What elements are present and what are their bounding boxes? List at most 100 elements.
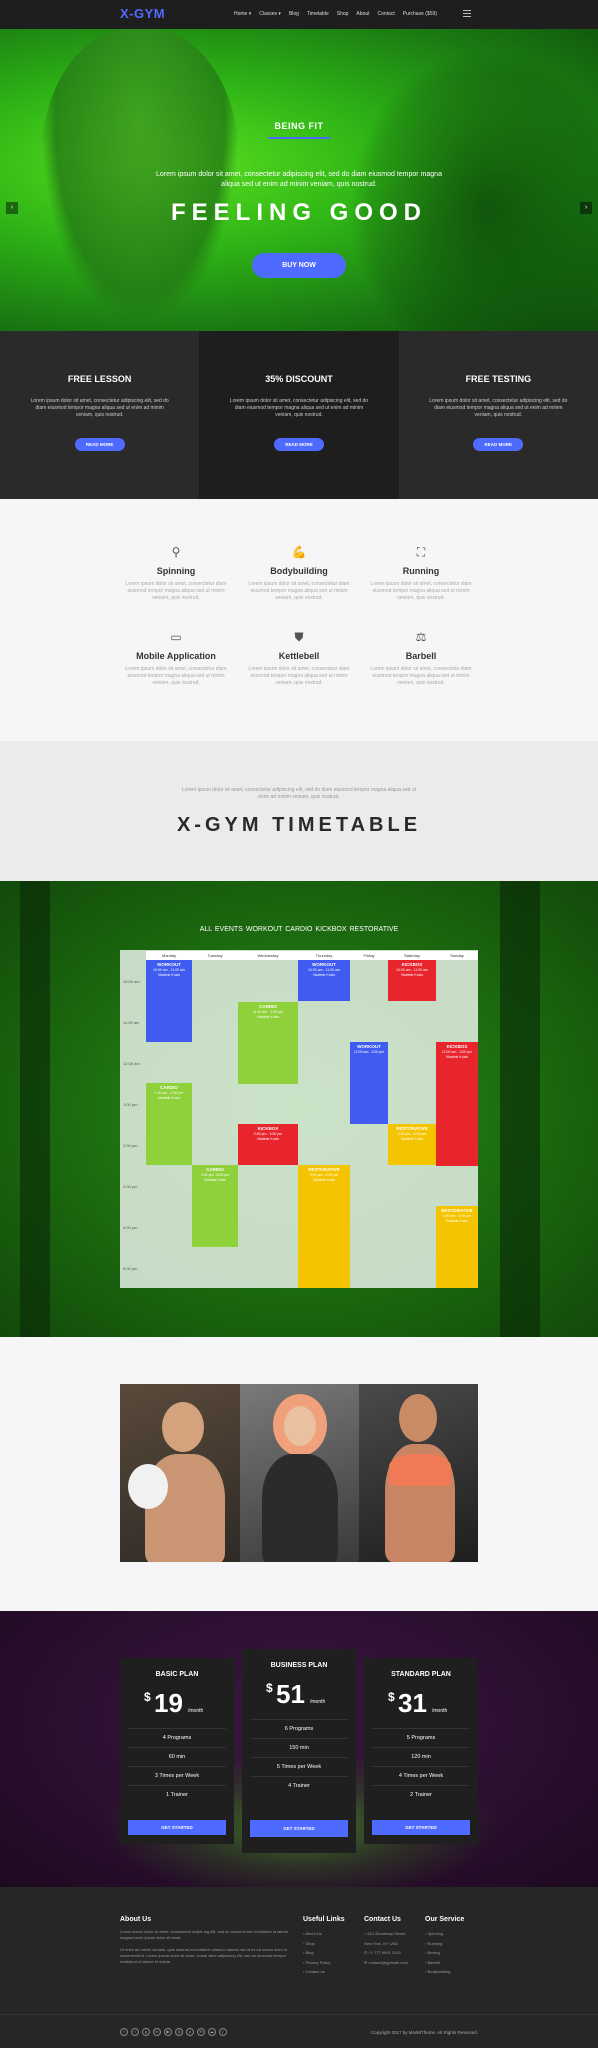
trainer-photo-boxer[interactable]	[120, 1384, 240, 1562]
trainer-photo-athlete[interactable]	[359, 1384, 478, 1562]
service-text: Lorem ipsum dolor sit amet, consectetur …	[125, 581, 227, 601]
skype-icon[interactable]: ☁	[208, 2028, 216, 2036]
footer-link[interactable]: › Contact us	[303, 1967, 358, 1977]
service-barbell[interactable]: ⚖ Barbell Lorem ipsum dolor sit amet, co…	[366, 630, 476, 687]
plan-feature: 4 Times per Week	[372, 1766, 470, 1785]
timetable-event[interactable]: RESTORATIVE 2:00 pm - 3:00 pm Vladimir Koz…	[388, 1124, 436, 1165]
menu-item-purchase[interactable]: Purchase ($59)	[403, 11, 437, 17]
linkedin-icon[interactable]: in	[153, 2028, 161, 2036]
timetable-heading: Lorem ipsum dolor sit amet, consectetur …	[0, 741, 598, 881]
day-header: Sunday	[436, 951, 478, 960]
menu-item-blog[interactable]: Blog	[289, 11, 299, 17]
filter-all-events[interactable]: ALL EVENTS	[200, 926, 243, 933]
timetable-event[interactable]: RESTORATIVE 4:00 pm - 6:00 pm Vladimir Koz…	[436, 1206, 478, 1288]
slider-prev-icon[interactable]: ‹	[6, 202, 18, 214]
service-text: Lorem ipsum dolor sit amet, consectetur …	[248, 666, 350, 686]
day-header: Wednesday	[238, 951, 298, 960]
filter-cardio[interactable]: CARDIO	[285, 926, 312, 933]
footer-service-link[interactable]: › Boxing	[425, 1948, 480, 1958]
promo-title: FREE LESSON	[67, 374, 132, 384]
instagram-icon[interactable]: ◎	[175, 2028, 183, 2036]
read-more-button[interactable]: READ MORE	[473, 438, 524, 451]
timetable-event[interactable]: WORKOUT 10:00 am - 11:00 am Vladimir Kozlo	[298, 960, 350, 1001]
twitter-icon[interactable]: t	[131, 2028, 139, 2036]
time-label: 12:00 am	[123, 1061, 140, 1066]
footer-bottom-bar: f t g in ▶ ◎ p ✉ ☁ ƒ Copyright 2017 by M…	[0, 2014, 598, 2048]
timetable-event[interactable]: KICKBOX 10:00 am - 11:00 am Vladimir Kozlo	[388, 960, 436, 1001]
timetable-event[interactable]: WORKOUT 10:00 am - 11:00 am Vladimir Kozlo	[146, 960, 192, 1042]
plan-feature: 6 Programs	[250, 1719, 348, 1738]
footer-heading: Useful Links	[303, 1916, 345, 1923]
timetable-event[interactable]: KICKBOX 2:00 pm - 3:00 pm Vladimir Kozlo	[238, 1124, 298, 1165]
plan-name: STANDARD PLAN	[391, 1671, 451, 1678]
footer-link[interactable]: › Shop	[303, 1939, 358, 1949]
footer-link[interactable]: › Privacy Policy	[303, 1958, 358, 1968]
plan-feature: 3 Times per Week	[128, 1766, 226, 1785]
footer-link[interactable]: › About Us	[303, 1929, 358, 1939]
slider-next-icon[interactable]: ›	[580, 202, 592, 214]
timetable-event[interactable]: KICKBOX 12:00 am - 3:00 pm Vladimir Kozlo	[436, 1042, 478, 1166]
menu-item-contact[interactable]: Contact	[378, 11, 395, 17]
get-started-button[interactable]: GET STARTED	[372, 1820, 470, 1835]
filter-kickbox[interactable]: KICKBOX	[315, 926, 346, 933]
email-icon[interactable]: ✉	[197, 2028, 205, 2036]
contact-email[interactable]: ✉ contact@gymsite.com	[364, 1958, 419, 1968]
pricing-section: BASIC PLAN $ 19 /month 4 Programs 60 min…	[0, 1611, 598, 1887]
timetable-event[interactable]: CARDIO 3:00 pm - 5:00 pm Vladimir Kozlo	[192, 1165, 238, 1247]
pricing-card-standard: STANDARD PLAN $ 31 /month 5 Programs 120…	[364, 1658, 478, 1844]
plan-feature: 2 Trainer	[372, 1785, 470, 1804]
hamburger-menu-icon[interactable]	[463, 10, 471, 17]
footer-service-link[interactable]: › Barbell	[425, 1958, 480, 1968]
trainer-photo-hoodie[interactable]	[240, 1384, 359, 1562]
service-title: Running	[402, 566, 440, 576]
filter-restorative[interactable]: RESTORATIVE	[350, 926, 399, 933]
menu-item-classes[interactable]: Classes ▾	[259, 11, 281, 17]
footer-link[interactable]: › Blog	[303, 1948, 358, 1958]
menu-item-about[interactable]: About	[356, 11, 369, 17]
timetable-event[interactable]: CARDIO 11:00 am - 1:00 pm Vladimir Kozlo	[238, 1002, 298, 1084]
day-header: Saturday	[388, 951, 436, 960]
buy-now-button[interactable]: BUY NOW	[252, 253, 346, 278]
muscle-icon: 💪	[291, 545, 307, 559]
hero-title: FEELING GOOD	[170, 199, 427, 226]
youtube-icon[interactable]: ▶	[164, 2028, 172, 2036]
menu-item-timetable[interactable]: Timetable	[307, 11, 329, 17]
footer-service-link[interactable]: › Spinning	[425, 1929, 480, 1939]
service-spinning[interactable]: ⚲ Spinning Lorem ipsum dolor sit amet, c…	[121, 545, 231, 602]
footer-heading: Our Service	[425, 1916, 465, 1923]
service-kettlebell[interactable]: ⛊ Kettlebell Lorem ipsum dolor sit amet,…	[244, 630, 354, 687]
service-bodybuilding[interactable]: 💪 Bodybuilding Lorem ipsum dolor sit ame…	[244, 545, 354, 602]
footer-service-link[interactable]: › Bodybuilding	[425, 1967, 480, 1977]
service-running[interactable]: ⛶ Running Lorem ipsum dolor sit amet, co…	[366, 545, 476, 602]
site-logo[interactable]: X-GYM	[120, 6, 165, 21]
time-label: 5:00 pm	[123, 1266, 138, 1271]
footer-service-link[interactable]: › Running	[425, 1939, 480, 1949]
menu-item-home[interactable]: Home ▾	[234, 11, 251, 17]
service-text: Lorem ipsum dolor sit amet, consectetur …	[248, 581, 350, 601]
hero-subtitle: Lorem ipsum dolor sit amet, consectetur …	[156, 171, 442, 188]
day-header: Monday	[146, 951, 192, 960]
hero-kicker: BEING FIT	[274, 121, 324, 131]
read-more-button[interactable]: READ MORE	[273, 438, 324, 451]
timetable-filters: ALL EVENTS WORKOUT CARDIO KICKBOX RESTOR…	[0, 926, 598, 933]
menu-item-shop[interactable]: Shop	[337, 11, 349, 17]
read-more-button[interactable]: READ MORE	[74, 438, 125, 451]
google-plus-icon[interactable]: g	[142, 2028, 150, 2036]
facebook-icon[interactable]: f	[120, 2028, 128, 2036]
time-label: 3:00 pm	[123, 1184, 138, 1189]
plan-feature: 5 Programs	[372, 1728, 470, 1747]
service-mobile-application[interactable]: ▭ Mobile Application Lorem ipsum dolor s…	[121, 630, 231, 687]
timetable-event[interactable]: WORKOUT 12:00 am - 2:00 pm	[350, 1042, 388, 1124]
trainer-face	[399, 1394, 437, 1442]
timetable-event[interactable]: RESTORATIVE 3:00 pm - 6:00 pm Vladimir Koz…	[298, 1165, 350, 1288]
service-text: Lorem ipsum dolor sit amet, consectetur …	[370, 581, 472, 601]
timetable-event[interactable]: CARDIO 1:00 pm - 2:00 pm Vladimir Kozlo	[146, 1083, 192, 1165]
plan-name: BASIC PLAN	[155, 1671, 199, 1678]
footer-heading: Contact Us	[364, 1916, 401, 1923]
get-started-button[interactable]: GET STARTED	[250, 1820, 348, 1837]
filter-workout[interactable]: WORKOUT	[246, 926, 282, 933]
pinterest-icon[interactable]: p	[186, 2028, 194, 2036]
flickr-icon[interactable]: ƒ	[219, 2028, 227, 2036]
get-started-button[interactable]: GET STARTED	[128, 1820, 226, 1835]
copyright-text: Copyright 2017 by ModelTheme. All Rights…	[370, 2030, 478, 2035]
